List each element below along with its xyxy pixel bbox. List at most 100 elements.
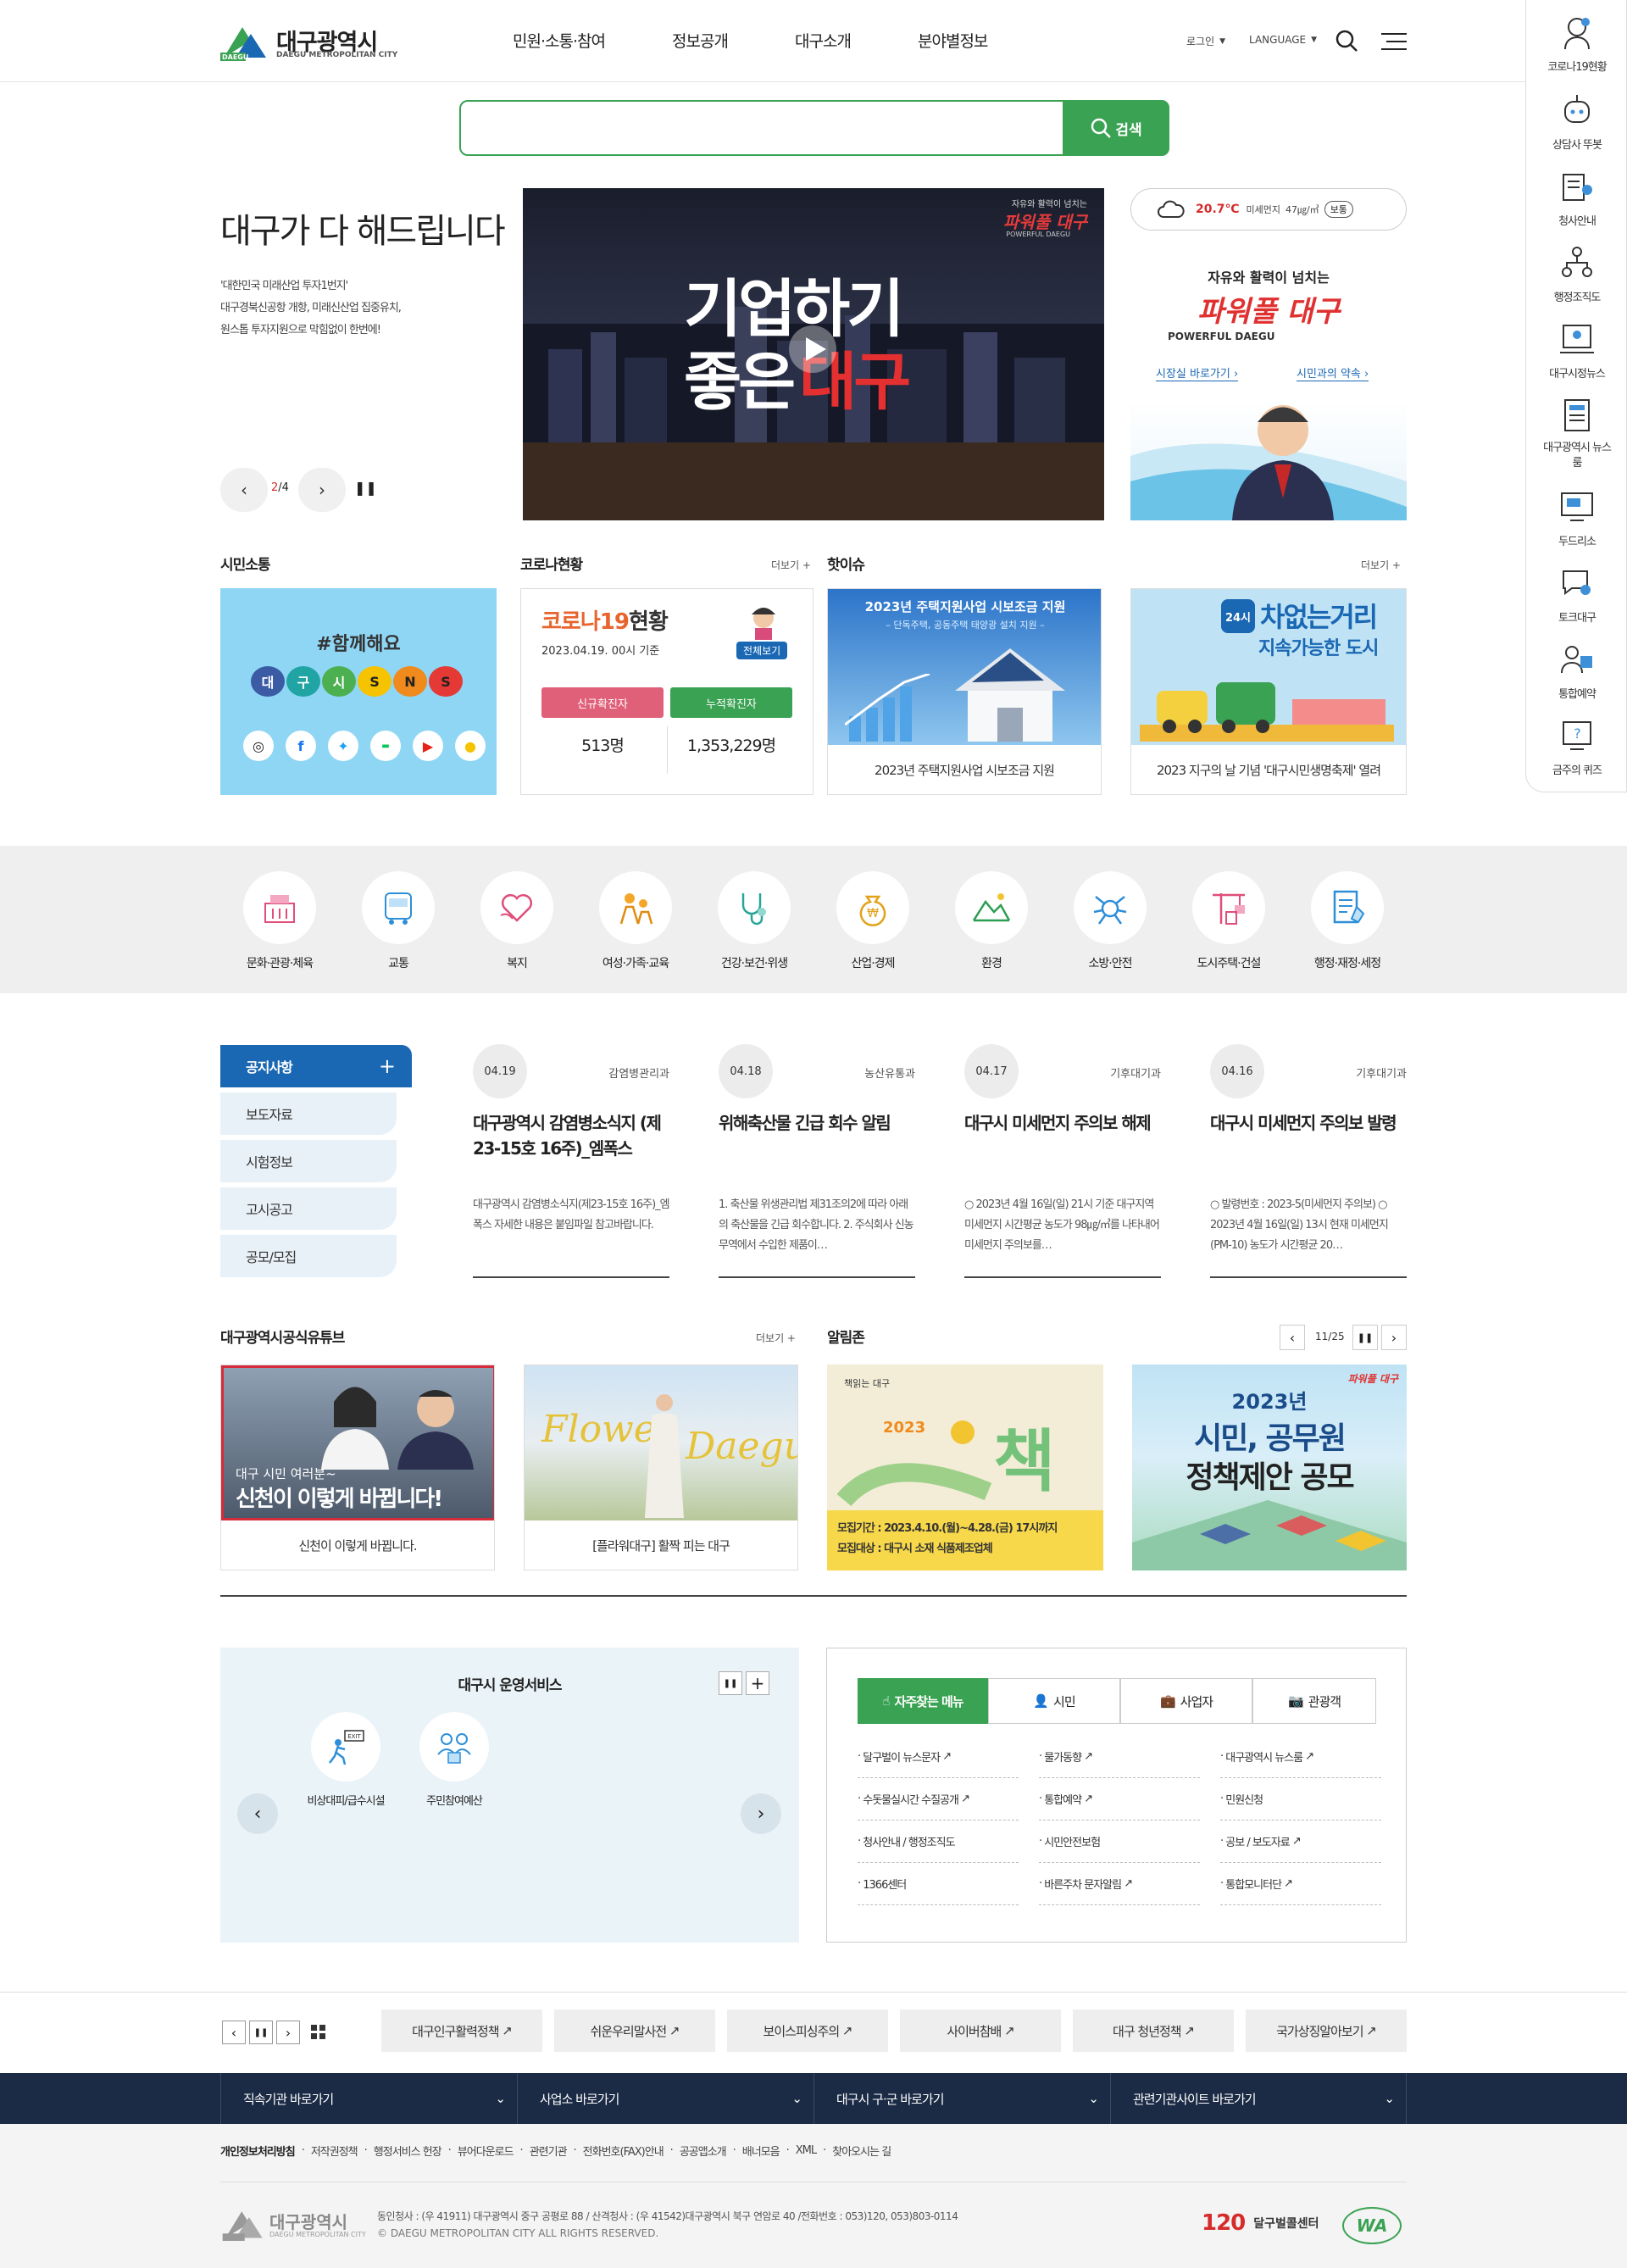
youtube-card[interactable]: Flower Daegu [플라워대구] 활짝 피는 대구 (524, 1365, 798, 1570)
quick-building[interactable]: 청사안내 (1526, 168, 1627, 228)
quick-bot[interactable]: 상담사 뚜봇 (1526, 92, 1627, 152)
ops-add-button[interactable]: + (746, 1671, 769, 1695)
language-dropdown[interactable]: LANGUAGE ▼ (1249, 34, 1317, 46)
youtube-card[interactable]: 대구 시민 여러분~ 신천이 이렇게 바뀝니다! 신천이 이렇게 바뀝니다. (220, 1365, 495, 1570)
play-icon[interactable] (787, 324, 838, 375)
notice-item[interactable]: 04.16 기후대기과 대구시 미세먼지 주의보 발령 ○ 발령번호 : 202… (1210, 1044, 1407, 1278)
nav-item-civil[interactable]: 민원·소통·참여 (513, 29, 606, 52)
faq-link[interactable]: · 대구광역시 뉴스룸 ↗ (1220, 1736, 1381, 1778)
call-center[interactable]: 120 달구벌콜센터 (1202, 2210, 1319, 2236)
nav-item-info[interactable]: 정보공개 (672, 29, 729, 52)
select-office[interactable]: 사업소 바로가기 ⌄ (517, 2073, 814, 2124)
search-button[interactable]: 검색 (1063, 100, 1169, 156)
footer-link[interactable]: 관련기관 (530, 2143, 568, 2159)
footer-link[interactable]: 저작권정책 (311, 2143, 358, 2159)
youtube-icon[interactable]: ▶ (413, 731, 443, 761)
footer-link[interactable]: 전화번호(FAX)안내 (583, 2143, 664, 2159)
faq-link[interactable]: · 수돗물실시간 수질공개 ↗ (858, 1778, 1019, 1821)
notice-item[interactable]: 04.18 농산유통과 위해축산물 긴급 회수 알림 1. 축산물 위생관리법 … (719, 1044, 915, 1278)
mayor-promise-link[interactable]: 시민과의 약속 › (1297, 364, 1369, 381)
alarm-pause-button[interactable]: ❚❚ (1352, 1325, 1378, 1350)
faq-link[interactable]: · 공보 / 보도자료 ↗ (1220, 1821, 1381, 1863)
select-related-site[interactable]: 관련기관사이트 바로가기 ⌄ (1110, 2073, 1407, 2124)
weather-widget[interactable]: 20.7℃ 미세먼지 47㎍/㎥ 보통 (1130, 188, 1407, 231)
tab-press[interactable]: 보도자료 (220, 1092, 397, 1135)
kakao-icon[interactable]: ● (455, 731, 486, 761)
search-icon[interactable] (1335, 29, 1358, 53)
banner-link[interactable]: 대구인구활력정책 ↗ (381, 2010, 542, 2052)
alarm-card-book[interactable]: 책읽는 대구 2023 책 모집기간 : 2023.4.10.(월)~4.28.… (827, 1365, 1103, 1570)
banner-link[interactable]: 대구 청년정책 ↗ (1073, 2010, 1234, 2052)
corona-more-link[interactable]: 더보기 + (771, 558, 811, 572)
category-construction[interactable]: 도시주택·건설 (1169, 871, 1288, 971)
mayor-office-link[interactable]: 시장실 바로가기 › (1156, 364, 1239, 381)
tab-faq[interactable]: ☝ 자주찾는 메뉴 (858, 1678, 988, 1724)
hero-prev-button[interactable]: ‹ (220, 468, 268, 512)
alarm-card-policy[interactable]: 파워풀 대구 2023년 시민, 공무원 정책제안 공모 (1132, 1365, 1407, 1570)
nav-item-about[interactable]: 대구소개 (795, 29, 852, 52)
tab-business[interactable]: 💼 사업자 (1120, 1678, 1252, 1724)
issue-more-link[interactable]: 더보기 + (1361, 558, 1401, 572)
footer-link[interactable]: 찾아오시는 길 (832, 2143, 891, 2159)
sns-banner[interactable]: #함께해요 대 구 시 S N S ◎ f ✦ ▬ ▶ ● (220, 588, 497, 795)
category-family[interactable]: 여성·가족·교육 (576, 871, 695, 971)
plus-icon[interactable]: + (379, 1054, 396, 1078)
footer-link[interactable]: 행정서비스 헌장 (374, 2143, 442, 2159)
faq-link[interactable]: · 물가동향 ↗ (1039, 1736, 1200, 1778)
faq-link[interactable]: · 1366센터 (858, 1863, 1019, 1905)
issue-card-carfree[interactable]: 24시 차없는거리 지속가능한 도시 2023 지구의 날 기념 '대구시민생명… (1130, 588, 1407, 795)
quick-news[interactable]: 대구시정뉴스 (1526, 320, 1627, 381)
instagram-icon[interactable]: ◎ (243, 731, 274, 761)
category-traffic[interactable]: 교통 (339, 871, 458, 971)
ops-item[interactable]: 주민참여예산 (403, 1712, 505, 1808)
banner-prev-button[interactable]: ‹ (222, 2021, 246, 2044)
nav-item-field[interactable]: 분야별정보 (918, 29, 988, 52)
faq-link[interactable]: · 통합모니터단 ↗ (1220, 1863, 1381, 1905)
ops-item[interactable]: EXIT 비상대피/급수시설 (295, 1712, 397, 1808)
tab-citizen[interactable]: 👤 시민 (988, 1678, 1120, 1724)
alarm-next-button[interactable]: › (1381, 1325, 1407, 1350)
hero-pause-icon[interactable]: ❚❚ (354, 480, 377, 496)
footer-link-privacy[interactable]: 개인정보처리방침 (220, 2143, 296, 2159)
footer-link[interactable]: 뷰어다운로드 (458, 2143, 514, 2159)
quick-talk[interactable]: 토크대구 (1526, 564, 1627, 625)
banner-link[interactable]: 쉬운우리말사전 ↗ (554, 2010, 715, 2052)
ops-pause-button[interactable]: ❚❚ (719, 1671, 742, 1695)
category-environment[interactable]: 환경 (932, 871, 1051, 971)
faq-link[interactable]: · 통합예약 ↗ (1039, 1778, 1200, 1821)
menu-icon[interactable] (1381, 32, 1407, 51)
faq-link[interactable]: · 민원신청 (1220, 1778, 1381, 1821)
quick-newsroom[interactable]: 대구광역시 뉴스룸 (1526, 397, 1627, 471)
category-admin[interactable]: 행정·재정·세정 (1288, 871, 1407, 971)
category-culture[interactable]: 문화·관광·체육 (220, 871, 339, 971)
grid-icon[interactable] (310, 2024, 327, 2041)
tab-tourist[interactable]: 📷 관광객 (1252, 1678, 1376, 1724)
issue-card-housing[interactable]: 2023년 주택지원사업 시보조금 지원 – 단독주택, 공동주택 태양광 설치… (827, 588, 1102, 795)
tab-recruit[interactable]: 공모/모집 (220, 1235, 397, 1277)
faq-link[interactable]: · 달구벌이 뉴스문자 ↗ (858, 1736, 1019, 1778)
faq-link[interactable]: · 시민안전보험 (1039, 1821, 1200, 1863)
footer-link[interactable]: 공공앱소개 (680, 2143, 727, 2159)
alarm-prev-button[interactable]: ‹ (1280, 1325, 1305, 1350)
select-direct-agency[interactable]: 직속기관 바로가기 ⌄ (220, 2073, 517, 2124)
mayor-banner[interactable]: 자유와 활력이 넘치는 파워풀 대구 POWERFUL DAEGU 시장실 바로… (1130, 253, 1407, 520)
tab-exam[interactable]: 시험정보 (220, 1140, 397, 1182)
tab-notice[interactable]: 공지사항 + (220, 1045, 412, 1087)
youtube-more-link[interactable]: 더보기 + (756, 1331, 796, 1345)
notice-item[interactable]: 04.19 감염병관리과 대구광역시 감염병소식지 (제23-15호 16주)_… (473, 1044, 670, 1278)
footer-link[interactable]: 배너모음 (742, 2143, 780, 2159)
banner-next-button[interactable]: › (276, 2021, 300, 2044)
banner-link[interactable]: 사이버참배 ↗ (900, 2010, 1061, 2052)
quick-quiz[interactable]: ? 금주의 퀴즈 (1526, 717, 1627, 777)
ops-prev-button[interactable]: ‹ (237, 1793, 278, 1834)
select-district[interactable]: 대구시 구·군 바로가기 ⌄ (814, 2073, 1110, 2124)
tab-announcement[interactable]: 고시공고 (220, 1187, 397, 1230)
quick-reserve[interactable]: 통합예약 (1526, 641, 1627, 701)
banner-link[interactable]: 국가상징알아보기 ↗ (1246, 2010, 1407, 2052)
quick-corona[interactable]: 코로나19현황 (1526, 14, 1627, 74)
quick-org[interactable]: 행정조직도 (1526, 244, 1627, 304)
category-welfare[interactable]: 복지 (458, 871, 576, 971)
faq-link[interactable]: · 청사안내 / 행정조직도 (858, 1821, 1019, 1863)
faq-link[interactable]: · 바른주차 문자알림 ↗ (1039, 1863, 1200, 1905)
ops-next-button[interactable]: › (741, 1793, 781, 1834)
